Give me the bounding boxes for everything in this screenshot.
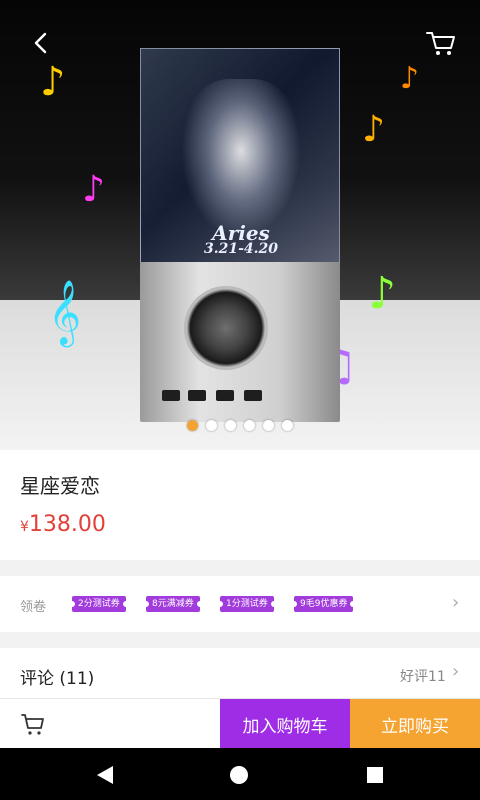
speaker-button [188, 390, 206, 401]
coupon-row[interactable]: 领卷 2分测试券 8元满减券 1分测试券 9毛9优惠券 › [0, 576, 480, 632]
crystal-cube-image: Aries 3.21-4.20 [140, 48, 340, 263]
carousel-dot[interactable] [244, 420, 255, 431]
chevron-right-icon: › [452, 661, 460, 682]
nav-home-button[interactable] [228, 764, 250, 790]
product-detail-screen: ♪ ♪ 𝄞 ♪ ♪ ♪ ♫ Aries 3.21-4.20 [0, 0, 480, 800]
coupon-label: 领卷 [20, 600, 47, 615]
reviews-row[interactable]: 评论 (11) 好评11 › [0, 648, 480, 698]
music-note-icon: ♪ [82, 169, 105, 210]
treble-clef-icon: 𝄞 [48, 280, 82, 345]
nav-back-button[interactable] [94, 764, 116, 790]
carousel-dot[interactable] [206, 420, 217, 431]
engraved-figure [181, 79, 301, 239]
carousel-dot[interactable] [263, 420, 274, 431]
music-note-icon: ♪ [362, 109, 385, 150]
speaker-grille [184, 286, 268, 370]
shopping-cart-icon [21, 714, 44, 735]
music-note-icon: ♪ [368, 268, 397, 319]
product-image-carousel[interactable]: ♪ ♪ 𝄞 ♪ ♪ ♪ ♫ Aries 3.21-4.20 [0, 0, 480, 450]
add-to-cart-button[interactable]: 加入购物车 [220, 699, 350, 749]
coupon-tag[interactable]: 2分测试券 [69, 596, 129, 612]
triangle-back-icon [97, 766, 113, 784]
system-navigation-bar [0, 748, 480, 800]
circle-home-icon [230, 766, 248, 784]
back-arrow-icon [34, 32, 47, 54]
nav-recents-button[interactable] [364, 764, 386, 790]
product-info-section: 星座爱恋 ¥138.00 [0, 450, 480, 560]
price-amount: 138.00 [28, 512, 106, 537]
shopping-cart-icon [426, 32, 455, 55]
reviews-title: 评论 (11) [20, 669, 95, 689]
speaker-button [162, 390, 180, 401]
coupon-tag[interactable]: 8元满减券 [143, 596, 203, 612]
speaker-button [216, 390, 234, 401]
square-recents-icon [367, 767, 383, 783]
carousel-indicator [0, 420, 480, 434]
music-note-icon: ♪ [40, 59, 66, 105]
currency-symbol: ¥ [20, 519, 29, 535]
back-button[interactable] [26, 28, 56, 58]
coupon-tag[interactable]: 9毛9优惠券 [290, 596, 357, 612]
bottom-cart-button[interactable] [20, 711, 46, 737]
engraving-dates: 3.21-4.20 [203, 241, 278, 257]
buy-now-button[interactable]: 立即购买 [350, 699, 480, 749]
music-note-icon: ♪ [400, 61, 420, 96]
product-price: ¥138.00 [20, 512, 106, 537]
cart-button[interactable] [424, 28, 458, 58]
bottom-action-bar: 加入购物车 立即购买 [0, 698, 480, 749]
carousel-dot-active[interactable] [187, 420, 198, 431]
product-name: 星座爱恋 [20, 474, 100, 498]
coupon-tag[interactable]: 1分测试券 [217, 596, 277, 612]
speaker-base-image [140, 262, 340, 422]
carousel-dot[interactable] [282, 420, 293, 431]
carousel-dot[interactable] [225, 420, 236, 431]
chevron-right-icon: › [452, 592, 460, 613]
good-reviews-count: 好评11 [400, 669, 446, 685]
speaker-button [244, 390, 262, 401]
